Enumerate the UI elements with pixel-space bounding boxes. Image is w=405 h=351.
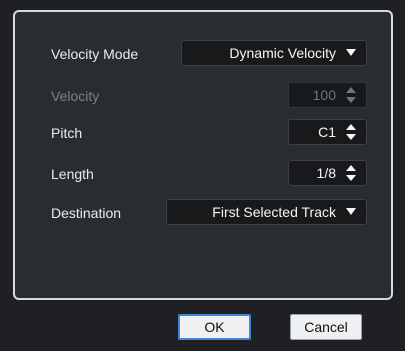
length-spinner[interactable]: 1/8	[288, 160, 367, 186]
velocity-mode-value: Dynamic Velocity	[229, 45, 336, 61]
spinner-arrows-icon	[346, 124, 356, 140]
destination-dropdown[interactable]: First Selected Track	[166, 199, 367, 225]
note-settings-dialog: Velocity Mode Dynamic Velocity Velocity …	[0, 0, 405, 351]
velocity-mode-dropdown[interactable]: Dynamic Velocity	[181, 40, 367, 66]
ok-button[interactable]: OK	[178, 314, 251, 340]
pitch-label: Pitch	[51, 125, 83, 141]
pitch-value: C1	[318, 124, 336, 140]
spinner-arrows-icon	[346, 165, 356, 181]
pitch-spinner[interactable]: C1	[288, 119, 367, 145]
dropdown-triangle-icon	[346, 49, 356, 56]
velocity-mode-label: Velocity Mode	[51, 46, 139, 62]
destination-label: Destination	[51, 205, 122, 221]
velocity-value: 100	[312, 87, 336, 103]
velocity-label: Velocity	[51, 88, 100, 104]
dropdown-triangle-icon	[346, 208, 356, 215]
length-label: Length	[51, 166, 94, 182]
spinner-arrows-icon	[346, 87, 356, 103]
velocity-spinner[interactable]: 100	[288, 82, 367, 108]
length-value: 1/8	[316, 165, 336, 181]
cancel-button[interactable]: Cancel	[290, 314, 362, 340]
destination-value: First Selected Track	[212, 204, 336, 220]
